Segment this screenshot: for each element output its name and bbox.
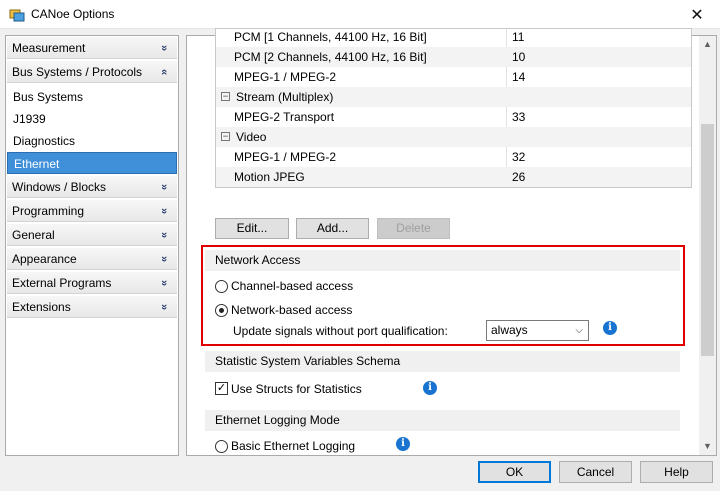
vertical-scrollbar[interactable]: ▲ ▼	[699, 36, 716, 455]
nav-label: Extensions	[12, 300, 71, 314]
row-name: MPEG-2 Transport	[234, 110, 335, 124]
table-row[interactable]: PCM [2 Channels, 44100 Hz, 16 Bit] 10	[216, 47, 691, 67]
nav-label: Ethernet	[14, 157, 60, 171]
nav-label: Windows / Blocks	[12, 180, 107, 194]
chevron-down-double-icon: »	[157, 183, 170, 191]
row-value: 33	[512, 110, 526, 124]
help-button[interactable]: Help	[640, 461, 713, 483]
chevron-down-double-icon: »	[157, 44, 170, 52]
nav-measurement[interactable]: Measurement »	[7, 37, 177, 59]
use-structs-checkbox[interactable]: ✓	[215, 382, 228, 395]
nav-label: J1939	[13, 112, 46, 126]
basic-logging-radio[interactable]	[215, 440, 228, 453]
nav-label: External Programs	[12, 276, 112, 290]
info-icon[interactable]: i	[396, 437, 410, 451]
basic-logging-label: Basic Ethernet Logging	[231, 439, 356, 453]
nav-label: Bus Systems	[13, 90, 84, 104]
chevron-up-double-icon: «	[157, 68, 170, 76]
title-bar: CANoe Options ✕	[0, 0, 720, 29]
nav-label: Measurement	[12, 41, 86, 55]
scroll-up-icon[interactable]: ▲	[699, 36, 716, 53]
table-row[interactable]: PCM [1 Channels, 44100 Hz, 16 Bit] 11	[216, 29, 691, 47]
category-name: Video	[236, 130, 267, 144]
scroll-down-icon[interactable]: ▼	[699, 438, 716, 455]
row-value: 11	[512, 30, 525, 44]
use-structs-label: Use Structs for Statistics	[231, 382, 362, 396]
nav-bus-systems-protocols[interactable]: Bus Systems / Protocols «	[7, 61, 177, 83]
edit-button[interactable]: Edit...	[215, 218, 289, 239]
chevron-down-double-icon: »	[157, 207, 170, 215]
options-navigation: Measurement » Bus Systems / Protocols « …	[5, 35, 179, 456]
nav-label: Appearance	[12, 252, 77, 266]
nav-label: Bus Systems / Protocols	[12, 65, 143, 79]
row-name: MPEG-1 / MPEG-2	[234, 70, 337, 84]
nav-general[interactable]: General »	[7, 224, 177, 246]
delete-button[interactable]: Delete	[377, 218, 450, 239]
table-row[interactable]: Motion JPEG 26	[216, 167, 691, 187]
chevron-down-double-icon: »	[157, 231, 170, 239]
close-icon[interactable]: ✕	[674, 0, 720, 29]
canoe-app-icon	[9, 9, 25, 22]
row-value: 10	[512, 50, 526, 64]
chevron-down-double-icon: »	[157, 279, 170, 287]
nav-ethernet[interactable]: Ethernet	[7, 152, 177, 174]
table-category-row[interactable]: − Video	[216, 127, 691, 147]
nav-extensions[interactable]: Extensions »	[7, 296, 177, 318]
category-name: Stream (Multiplex)	[236, 90, 334, 104]
nav-label: General	[12, 228, 55, 242]
chevron-down-double-icon: »	[157, 303, 170, 311]
nav-j1939[interactable]: J1939	[7, 108, 177, 130]
row-name: PCM [2 Channels, 44100 Hz, 16 Bit]	[234, 50, 427, 64]
row-value: 14	[512, 70, 526, 84]
nav-appearance[interactable]: Appearance »	[7, 248, 177, 270]
table-category-row[interactable]: − Stream (Multiplex)	[216, 87, 691, 107]
nav-label: Programming	[12, 204, 85, 218]
collapse-icon[interactable]: −	[221, 132, 230, 141]
nav-diagnostics[interactable]: Diagnostics	[7, 130, 177, 152]
highlight-frame	[201, 245, 685, 346]
cancel-button[interactable]: Cancel	[559, 461, 632, 483]
scrollbar-thumb[interactable]	[701, 124, 714, 356]
nav-bus-systems[interactable]: Bus Systems	[7, 86, 177, 108]
row-value: 26	[512, 170, 526, 184]
window-title: CANoe Options	[31, 7, 115, 21]
ethernet-logging-header: Ethernet Logging Mode	[205, 410, 680, 431]
row-name: Motion JPEG	[234, 170, 305, 184]
info-icon[interactable]: i	[423, 381, 437, 395]
ethernet-options-panel: ▲ ▼ PCM [1 Channels, 44100 Hz, 16 Bit] 1…	[186, 28, 717, 456]
chevron-down-double-icon: »	[157, 255, 170, 263]
table-row[interactable]: MPEG-2 Transport 33	[216, 107, 691, 127]
nav-external-programs[interactable]: External Programs »	[7, 272, 177, 294]
row-value: 32	[512, 150, 526, 164]
collapse-icon[interactable]: −	[221, 92, 230, 101]
add-button[interactable]: Add...	[296, 218, 369, 239]
statistic-schema-header: Statistic System Variables Schema	[205, 351, 680, 372]
ok-button[interactable]: OK	[478, 461, 551, 483]
table-row[interactable]: MPEG-1 / MPEG-2 32	[216, 147, 691, 167]
row-name: PCM [1 Channels, 44100 Hz, 16 Bit]	[234, 30, 427, 44]
nav-windows-blocks[interactable]: Windows / Blocks »	[7, 176, 177, 198]
row-name: MPEG-1 / MPEG-2	[234, 150, 337, 164]
nav-label: Diagnostics	[13, 134, 76, 148]
nav-programming[interactable]: Programming »	[7, 200, 177, 222]
codec-table: PCM [1 Channels, 44100 Hz, 16 Bit] 11 PC…	[215, 28, 692, 188]
table-row[interactable]: MPEG-1 / MPEG-2 14	[216, 67, 691, 87]
